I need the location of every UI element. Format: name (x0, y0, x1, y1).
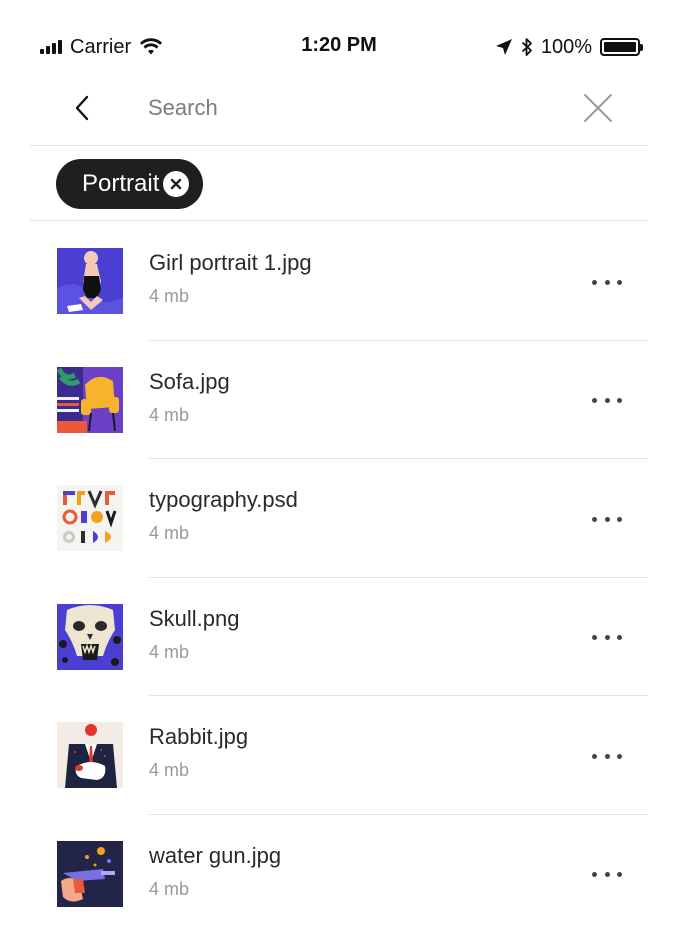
bluetooth-icon (521, 38, 532, 56)
file-name: Sofa.jpg (149, 368, 230, 394)
location-arrow-icon (495, 39, 512, 55)
close-icon (584, 94, 612, 122)
file-list: Girl portrait 1.jpg 4 mb Sofa.jpg 4 mb t… (0, 222, 678, 934)
file-name: Rabbit.jpg (149, 724, 249, 750)
file-name: Girl portrait 1.jpg (149, 250, 312, 275)
file-row[interactable]: typography.psd 4 mb (0, 459, 678, 578)
filter-chip-row: Portrait (30, 146, 648, 221)
sofa-thumbnail (57, 366, 123, 433)
more-options-button[interactable] (592, 628, 622, 648)
typography-thumbnail (57, 485, 123, 552)
filter-chip-label: Portrait (82, 170, 160, 197)
skull-thumbnail (57, 603, 123, 670)
file-row[interactable]: Skull.png 4 mb (0, 578, 678, 697)
more-options-button[interactable] (592, 509, 622, 529)
remove-filter-button[interactable] (163, 171, 190, 197)
battery-icon (600, 38, 643, 56)
file-row[interactable]: Rabbit.jpg 4 mb (0, 696, 678, 815)
more-options-button[interactable] (592, 865, 622, 885)
file-row[interactable]: Girl portrait 1.jpg 4 mb (0, 222, 678, 341)
chevron-left-icon (75, 95, 89, 121)
file-row[interactable]: Sofa.jpg 4 mb (0, 341, 678, 460)
more-options-button[interactable] (592, 272, 622, 292)
close-icon (171, 178, 182, 190)
battery-percent: 100% (540, 35, 592, 58)
back-button[interactable] (64, 90, 100, 126)
girl-portrait-thumbnail (57, 248, 123, 314)
more-options-button[interactable] (592, 746, 622, 766)
status-right: 100% (495, 34, 643, 60)
file-size: 4 mb (149, 286, 190, 306)
search-header (30, 70, 648, 146)
file-name: typography.psd (149, 487, 298, 513)
filter-chip-portrait[interactable]: Portrait (56, 159, 204, 209)
search-results-screen: Carrier 1:20 PM 100% Search Portrait Gir… (0, 0, 678, 937)
clear-search-button[interactable] (580, 90, 616, 126)
file-size: 4 mb (149, 878, 190, 899)
file-name: water gun.jpg (149, 842, 282, 868)
file-size: 4 mb (149, 523, 190, 544)
file-size: 4 mb (149, 760, 190, 781)
file-name: Skull.png (149, 605, 240, 631)
file-row[interactable]: water gun.jpg 4 mb (0, 815, 678, 934)
search-input[interactable] (148, 88, 548, 128)
more-options-button[interactable] (592, 391, 622, 411)
file-size: 4 mb (149, 404, 190, 425)
rabbit-thumbnail (57, 722, 123, 789)
water-gun-thumbnail (57, 840, 123, 907)
file-size: 4 mb (149, 641, 190, 662)
